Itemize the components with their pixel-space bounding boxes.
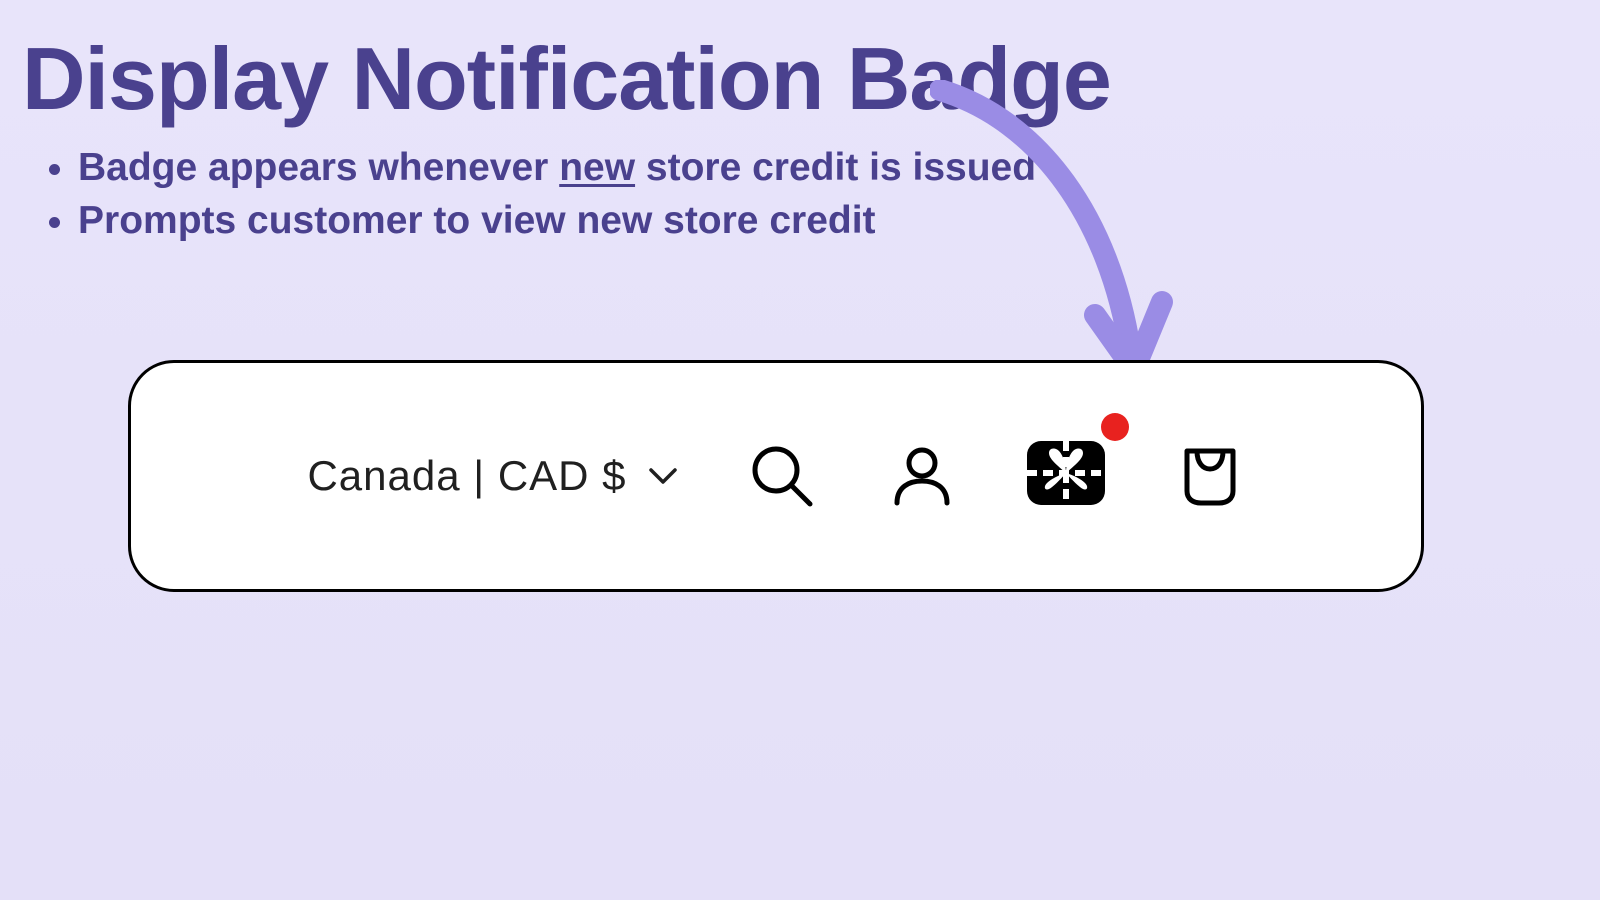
notification-badge — [1101, 413, 1129, 441]
account-button[interactable] — [887, 441, 957, 511]
locale-selector[interactable]: Canada | CAD $ — [307, 452, 676, 500]
locale-label: Canada | CAD $ — [307, 452, 626, 500]
bullet-list: Badge appears whenever new store credit … — [78, 142, 1036, 247]
bag-icon — [1179, 445, 1241, 507]
bullet-item-1: Badge appears whenever new store credit … — [78, 142, 1036, 195]
bullet-item-2: Prompts customer to view new store credi… — [78, 195, 1036, 248]
bullet-1-underline: new — [559, 146, 635, 189]
bullet-1-post: store credit is issued — [635, 146, 1036, 189]
page-title: Display Notification Badge — [22, 28, 1111, 130]
header-toolbar: Canada | CAD $ — [128, 360, 1424, 592]
gift-icon — [1027, 441, 1105, 505]
user-icon — [891, 445, 953, 507]
bullet-1-pre: Badge appears whenever — [78, 146, 559, 189]
chevron-down-icon — [649, 467, 677, 485]
cart-button[interactable] — [1175, 441, 1245, 511]
store-credit-button[interactable] — [1027, 441, 1105, 511]
search-icon — [750, 444, 814, 508]
search-button[interactable] — [747, 441, 817, 511]
